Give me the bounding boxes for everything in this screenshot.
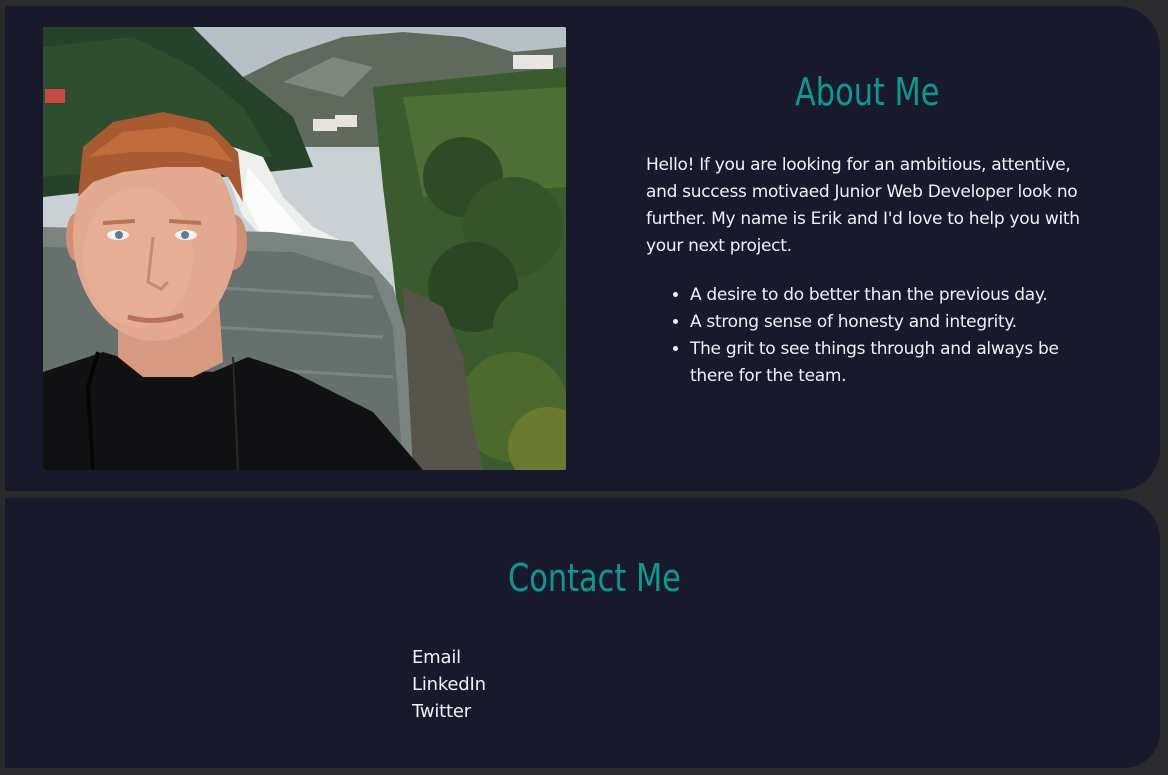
list-item: A desire to do better than the previous … — [690, 282, 1086, 309]
about-section: About Me Hello! If you are looking for a… — [5, 6, 1160, 491]
list-item: Twitter — [412, 698, 486, 725]
contact-title: Contact Me — [508, 556, 681, 600]
list-item: LinkedIn — [412, 671, 486, 698]
email-link[interactable]: Email — [412, 644, 486, 671]
about-title: About Me — [795, 70, 940, 114]
list-item: Email — [412, 644, 486, 671]
list-item: A strong sense of honesty and integrity. — [690, 309, 1086, 336]
linkedin-link[interactable]: LinkedIn — [412, 671, 486, 698]
about-intro: Hello! If you are looking for an ambitio… — [646, 155, 1080, 256]
traits-list: A desire to do better than the previous … — [646, 282, 1086, 390]
twitter-link[interactable]: Twitter — [412, 698, 486, 725]
list-item: The grit to see things through and alway… — [690, 336, 1086, 390]
contact-links: Email LinkedIn Twitter — [412, 644, 486, 725]
contact-section: Contact Me Email LinkedIn Twitter — [5, 498, 1160, 768]
profile-photo — [43, 27, 566, 470]
